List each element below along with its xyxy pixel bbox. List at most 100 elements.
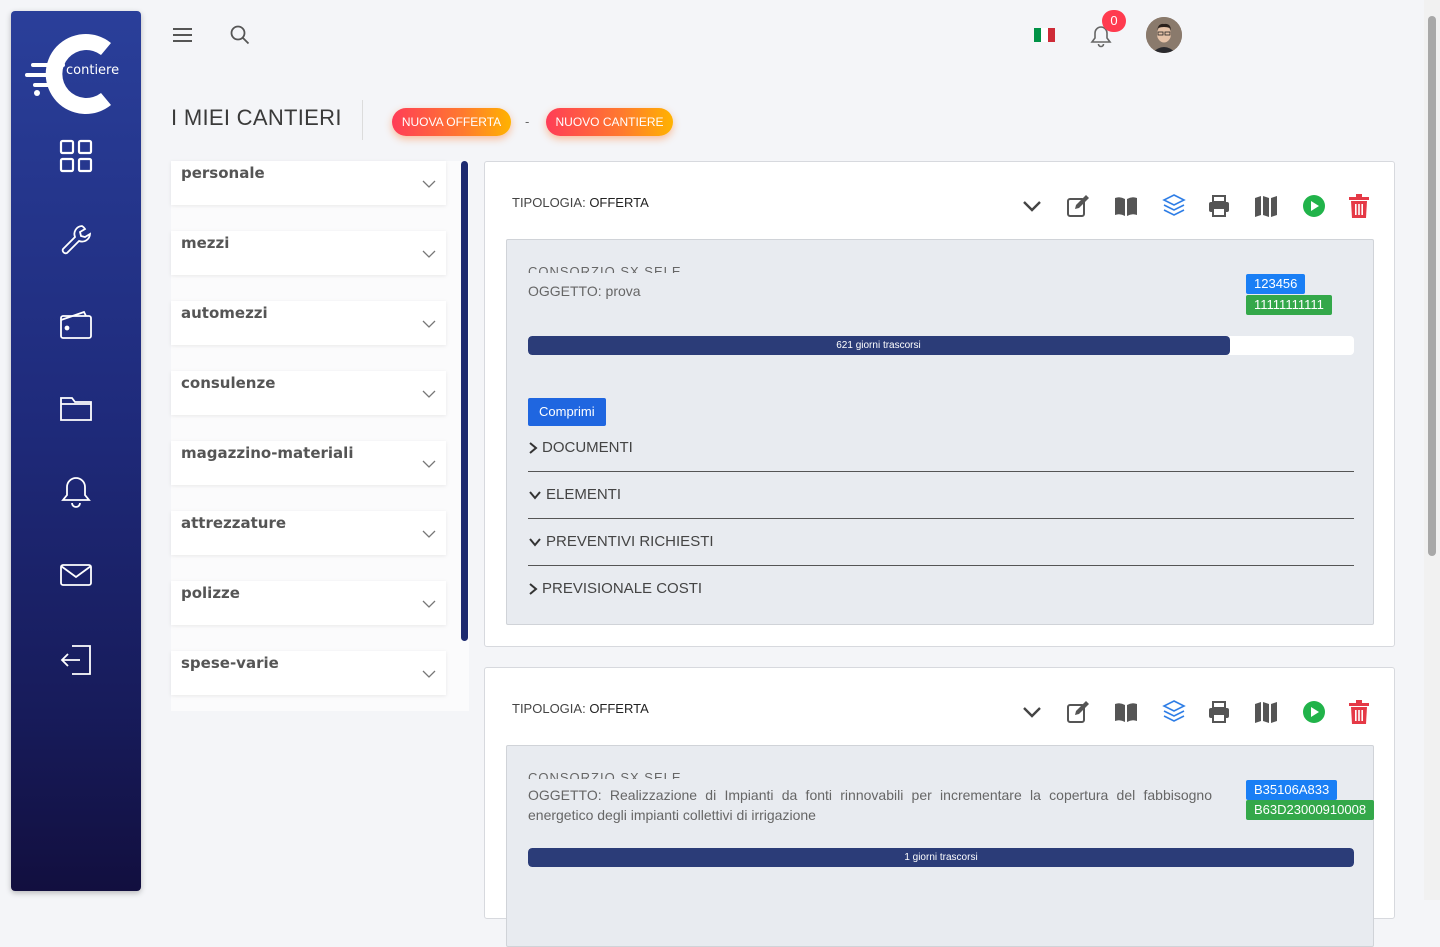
delete-icon[interactable] <box>1346 699 1372 725</box>
layers-icon[interactable] <box>1161 192 1187 218</box>
contiere-logo <box>25 34 111 115</box>
card-type: TIPOLOGIA: OFFERTA <box>512 195 649 210</box>
type-label: TIPOLOGIA: <box>512 701 586 716</box>
user-avatar[interactable] <box>1146 17 1182 53</box>
edit-icon[interactable] <box>1065 699 1091 725</box>
section-documenti[interactable]: DOCUMENTI <box>528 426 1354 472</box>
type-label: TIPOLOGIA: <box>512 195 586 210</box>
play-icon[interactable] <box>1301 193 1327 219</box>
book-icon[interactable] <box>1113 699 1139 725</box>
filter-personale[interactable]: personale <box>171 161 446 205</box>
type-value: OFFERTA <box>589 701 649 716</box>
consorzio-label: CONSORZIO SX SELE <box>528 264 682 273</box>
section-label: ELEMENTI <box>546 486 622 503</box>
code-tag-green: B63D23000910008 <box>1246 800 1375 820</box>
days-progress-bar: 1 giorni trascorsi <box>528 848 1354 867</box>
map-icon[interactable] <box>1253 699 1279 725</box>
section-elementi[interactable]: ELEMENTI <box>528 473 1354 519</box>
filter-attrezzature[interactable]: attrezzature <box>171 511 446 555</box>
layers-icon[interactable] <box>1161 698 1187 724</box>
filter-label: mezzi <box>181 234 230 252</box>
type-value: OFFERTA <box>589 195 649 210</box>
italian-flag-icon[interactable] <box>1034 28 1055 42</box>
filter-label: attrezzature <box>181 514 287 532</box>
section-label: PREVENTIVI RICHIESTI <box>546 533 714 550</box>
page-scrollbar[interactable] <box>1424 0 1440 900</box>
code-tag-blue: 123456 <box>1246 274 1306 294</box>
chevron-down-icon <box>422 530 436 538</box>
chevron-down-icon <box>422 460 436 468</box>
section-divider <box>528 565 1354 566</box>
delete-icon[interactable] <box>1346 193 1372 219</box>
search-icon[interactable] <box>230 25 250 45</box>
filter-label: polizze <box>181 584 240 602</box>
filter-label: personale <box>181 164 265 182</box>
card-details: CONSORZIO SX SELE OGGETTO: prova 123456 … <box>506 239 1374 625</box>
section-divider <box>528 471 1354 472</box>
filter-magazzino-materiali[interactable]: magazzino-materiali <box>171 441 446 485</box>
filter-label: automezzi <box>181 304 268 322</box>
logo-text: contiere <box>66 63 120 78</box>
chevron-down-icon <box>422 390 436 398</box>
header-divider <box>362 100 363 140</box>
filter-polizze[interactable]: polizze <box>171 581 446 625</box>
chevron-down-icon <box>529 490 541 500</box>
section-label: PREVISIONALE COSTI <box>542 580 703 597</box>
print-icon[interactable] <box>1206 193 1232 219</box>
sidebar: contiere <box>11 11 141 891</box>
chevron-down-icon <box>422 180 436 188</box>
book-icon[interactable] <box>1113 193 1139 219</box>
progress-text: 621 giorni trascorsi <box>836 340 921 351</box>
code-tag-blue: B35106A833 <box>1246 780 1338 800</box>
chevron-down-icon <box>422 250 436 258</box>
chevron-down-icon[interactable] <box>1019 193 1045 219</box>
header-separator: - <box>525 114 530 129</box>
notification-count-badge: 0 <box>1102 10 1126 32</box>
site-card: TIPOLOGIA: OFFERTA CONSORZIO SX SELE OGG… <box>484 667 1395 947</box>
chevron-down-icon[interactable] <box>1019 699 1045 725</box>
new-offer-button[interactable]: NUOVA OFFERTA <box>392 108 511 136</box>
card-type: TIPOLOGIA: OFFERTA <box>512 701 649 716</box>
chevron-right-icon <box>529 582 538 595</box>
play-icon[interactable] <box>1301 699 1327 725</box>
folder-icon[interactable] <box>57 389 95 427</box>
chevron-down-icon <box>422 600 436 608</box>
section-label: DOCUMENTI <box>542 439 633 456</box>
wallet-icon[interactable] <box>57 306 95 344</box>
filter-automezzi[interactable]: automezzi <box>171 301 446 345</box>
chevron-right-icon <box>529 441 538 454</box>
bell-icon[interactable] <box>57 473 95 511</box>
progress-text: 1 giorni trascorsi <box>904 852 978 863</box>
section-divider <box>528 518 1354 519</box>
filter-spese-varie[interactable]: spese-varie <box>171 651 446 695</box>
filter-label: magazzino-materiali <box>181 444 354 462</box>
code-tag-green: 11111111111 <box>1246 295 1332 315</box>
filter-label: spese-varie <box>181 654 279 672</box>
oggetto-text: OGGETTO: prova <box>528 283 641 299</box>
print-icon[interactable] <box>1206 699 1232 725</box>
chevron-down-icon <box>422 320 436 328</box>
filter-mezzi[interactable]: mezzi <box>171 231 446 275</box>
chevron-down-icon <box>422 670 436 678</box>
collapse-button[interactable]: Comprimi <box>528 398 606 426</box>
filter-scrollbar[interactable] <box>461 161 468 641</box>
mail-icon[interactable] <box>57 556 95 594</box>
scrollbar-thumb[interactable] <box>1428 16 1436 556</box>
menu-icon[interactable] <box>173 26 193 44</box>
dashboard-icon[interactable] <box>57 137 95 175</box>
map-icon[interactable] <box>1253 193 1279 219</box>
new-site-button[interactable]: NUOVO CANTIERE <box>546 108 673 136</box>
page-title: I MIEI CANTIERI <box>171 105 342 130</box>
filter-consulenze[interactable]: consulenze <box>171 371 446 415</box>
card-details: CONSORZIO SX SELE OGGETTO: Realizzazione… <box>506 745 1375 947</box>
oggetto-text: OGGETTO: Realizzazione di Impianti da fo… <box>528 787 1212 823</box>
section-preventivi-richiesti[interactable]: PREVENTIVI RICHIESTI <box>528 520 1354 566</box>
edit-icon[interactable] <box>1065 193 1091 219</box>
logout-icon[interactable] <box>57 641 95 679</box>
section-previsionale-costi[interactable]: PREVISIONALE COSTI <box>528 567 1354 607</box>
chevron-down-icon <box>529 537 541 547</box>
site-card: TIPOLOGIA: OFFERTA CONSORZIO SX SELE OGG… <box>484 161 1395 647</box>
wrench-icon[interactable] <box>57 221 95 259</box>
filter-label: consulenze <box>181 374 276 392</box>
days-progress-bar: 621 giorni trascorsi <box>528 336 1354 355</box>
